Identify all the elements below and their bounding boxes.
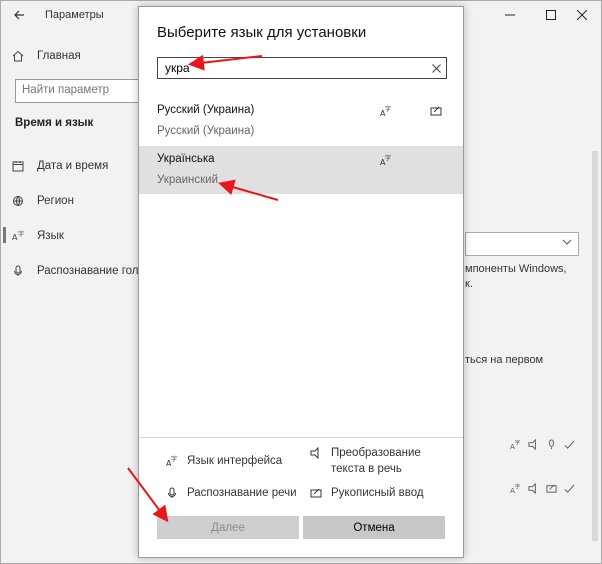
microphone-icon	[165, 486, 179, 500]
legend-display-language: A字 Язык интерфейса	[165, 453, 282, 469]
language-icon: A字	[11, 229, 25, 243]
settings-nav: Главная Найти параметр Время и язык Дата…	[1, 31, 157, 561]
clear-icon[interactable]	[432, 60, 441, 76]
nav-item-date-time[interactable]: Дата и время	[11, 155, 108, 177]
right-dropdown[interactable]	[465, 232, 579, 256]
nav-item-region[interactable]: Регион	[11, 190, 74, 212]
svg-text:字: 字	[514, 439, 520, 447]
next-button[interactable]: Далее	[157, 516, 299, 539]
legend-speech-recognition: Распознавание речи	[165, 485, 297, 501]
close-icon[interactable]	[565, 3, 599, 27]
legend-text-to-speech: Преобразование текста в речь	[309, 445, 421, 477]
microphone-icon	[11, 264, 25, 278]
cancel-button[interactable]: Отмена	[303, 516, 445, 539]
scrollbar[interactable]	[592, 151, 598, 541]
language-item-selected[interactable]: Українська Украинский A字	[139, 146, 463, 194]
feature-legend: A字 Язык интерфейса Преобразование текста…	[139, 439, 463, 505]
minimize-icon[interactable]	[493, 3, 527, 27]
calendar-icon	[11, 159, 25, 173]
legend-label: Распознавание речи	[187, 487, 297, 499]
handwriting-icon	[429, 104, 443, 118]
language-search-input[interactable]: укра	[157, 57, 447, 79]
window-title: Параметры	[45, 9, 104, 21]
svg-text:字: 字	[171, 455, 177, 463]
svg-text:字: 字	[18, 230, 24, 238]
language-translated-name: Русский (Украина)	[157, 125, 255, 137]
nav-home[interactable]: Главная	[11, 45, 81, 67]
active-indicator	[3, 227, 6, 243]
display-language-icon: A字	[379, 104, 393, 118]
first-text: ться на первом	[465, 354, 544, 366]
language-native-name: Русский (Украина)	[157, 104, 255, 116]
components-text: мпоненты Windows,	[465, 263, 567, 275]
legend-handwriting: Рукописный ввод	[309, 485, 424, 501]
language-features-row: A字	[508, 482, 576, 496]
nav-item-speech[interactable]: Распознавание голоса	[11, 260, 157, 282]
text-to-speech-icon	[526, 482, 540, 494]
handwriting-icon	[544, 482, 558, 494]
language-translated-name: Украинский	[157, 174, 219, 186]
svg-text:字: 字	[514, 483, 520, 491]
find-setting-input[interactable]: Найти параметр	[15, 79, 139, 103]
nav-item-label: Дата и время	[37, 160, 109, 172]
divider	[139, 437, 463, 438]
handwriting-icon	[309, 486, 323, 500]
globe-icon	[11, 194, 25, 208]
language-item[interactable]: Русский (Украина) Русский (Украина) A字	[139, 97, 463, 145]
chevron-down-icon	[562, 238, 572, 249]
legend-label: Язык интерфейса	[187, 455, 283, 467]
dialog-title: Выберите язык для установки	[157, 24, 367, 41]
nav-section-title: Время и язык	[15, 117, 94, 129]
nav-home-label: Главная	[37, 50, 81, 62]
microphone-icon	[544, 438, 558, 450]
language-features-row: A字	[508, 438, 576, 452]
search-value: укра	[165, 61, 190, 75]
nav-item-label: Регион	[37, 195, 74, 207]
svg-text:字: 字	[385, 105, 391, 113]
display-language-icon: A字	[508, 438, 522, 450]
spell-check-icon	[562, 482, 576, 494]
language-list: Русский (Украина) Русский (Украина) A字 У…	[139, 97, 463, 437]
legend-label: Преобразование текста в речь	[331, 447, 421, 475]
text-to-speech-icon	[309, 446, 323, 460]
legend-label: Рукописный ввод	[331, 487, 424, 499]
nav-item-label: Язык	[37, 230, 64, 242]
spell-check-icon	[562, 438, 576, 450]
home-icon	[11, 49, 25, 63]
back-arrow-icon[interactable]	[7, 4, 31, 26]
text-to-speech-icon	[526, 438, 540, 450]
svg-text:字: 字	[385, 154, 391, 162]
choose-language-dialog: Выберите язык для установки укра Русский…	[138, 6, 464, 558]
maximize-icon[interactable]	[534, 3, 568, 27]
display-language-icon: A字	[379, 153, 393, 167]
display-language-icon: A字	[165, 454, 179, 468]
language-native-name: Українська	[157, 153, 215, 165]
display-language-icon: A字	[508, 482, 522, 494]
suffix-text: к.	[465, 278, 473, 290]
nav-item-language[interactable]: A字 Язык	[11, 225, 64, 247]
